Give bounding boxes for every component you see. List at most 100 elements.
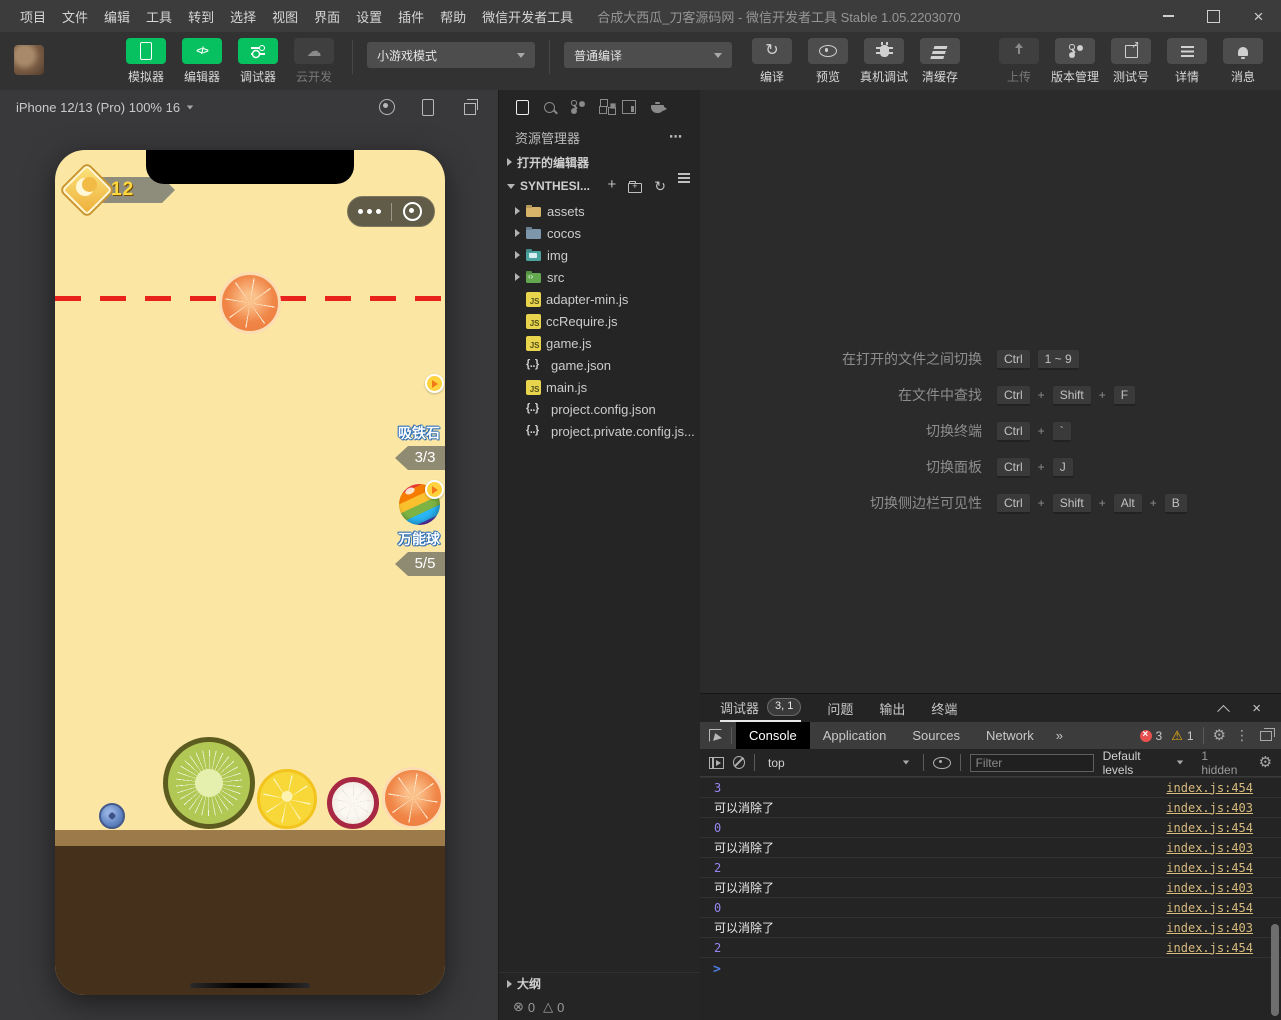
tree-item[interactable]: {..} game.json xyxy=(499,354,700,376)
toolbar-action-button[interactable]: 预览 xyxy=(804,38,852,85)
source-link[interactable]: index.js:403 xyxy=(1166,841,1267,855)
more-actions-icon[interactable]: ⋯ xyxy=(669,129,684,145)
tree-item[interactable]: {..} project.config.json xyxy=(499,398,700,420)
project-section[interactable]: SYNTHESI... + ↻ xyxy=(499,173,700,198)
menu-item[interactable]: 视图 xyxy=(264,7,306,26)
source-link[interactable]: index.js:403 xyxy=(1166,921,1267,935)
source-control-icon[interactable] xyxy=(570,100,584,114)
devtools-tab[interactable]: Sources xyxy=(899,722,973,749)
tea-icon[interactable] xyxy=(651,102,667,113)
game-screen[interactable]: 吸铁石 3/3 万能球 5/5 12 xyxy=(55,150,445,995)
toolbar-action-button[interactable]: 详情 xyxy=(1163,38,1211,85)
error-counter[interactable]: 3 xyxy=(1139,729,1162,743)
source-link[interactable]: index.js:403 xyxy=(1166,881,1267,895)
search-icon[interactable] xyxy=(544,101,555,113)
tree-item[interactable]: img xyxy=(499,244,700,266)
debugger-tab[interactable]: 终端 xyxy=(931,694,957,722)
scrollbar-thumb[interactable] xyxy=(1271,924,1279,1016)
context-select[interactable]: top xyxy=(764,754,914,772)
game-prop[interactable]: 万能球 5/5 xyxy=(393,480,445,576)
chevron-up-icon[interactable] xyxy=(1217,704,1231,718)
devtools-tab[interactable]: Application xyxy=(810,722,900,749)
menu-item[interactable]: 选择 xyxy=(222,7,264,26)
toolbar-action-button[interactable]: ↻ 编译 xyxy=(748,38,796,85)
files-icon[interactable] xyxy=(516,96,533,115)
settings-gear-icon[interactable]: ⚙ xyxy=(1213,728,1226,743)
menu-item[interactable]: 帮助 xyxy=(432,7,474,26)
menu-item[interactable]: 转到 xyxy=(180,7,222,26)
more-tabs-icon[interactable]: » xyxy=(1047,728,1072,743)
toolbar-action-button[interactable]: 真机调试 xyxy=(860,38,908,85)
toolbar-action-button[interactable]: 消息 xyxy=(1219,38,1267,85)
console-sidebar-icon[interactable] xyxy=(709,756,724,769)
tree-item[interactable]: {..} project.private.config.js... xyxy=(499,420,700,442)
compile-mode-select[interactable]: 普通编译 xyxy=(564,42,732,68)
toolbar-view-button[interactable]: 调试器 xyxy=(234,38,282,85)
npm-icon[interactable] xyxy=(622,100,636,114)
source-link[interactable]: index.js:403 xyxy=(1166,801,1267,815)
close-panel-icon[interactable]: × xyxy=(1252,701,1261,716)
mode-select[interactable]: 小游戏模式 xyxy=(367,42,535,68)
toolbar-action-button[interactable]: 版本管理 xyxy=(1051,38,1099,85)
toolbar-view-button[interactable]: </> 编辑器 xyxy=(178,38,226,85)
console-prompt[interactable]: > xyxy=(700,958,1281,980)
toolbar-view-button[interactable]: ☁ 云开发 xyxy=(290,38,338,85)
menu-item[interactable]: 项目 xyxy=(12,7,54,26)
menu-item[interactable]: 插件 xyxy=(390,7,432,26)
log-levels-select[interactable]: Default levels xyxy=(1103,749,1185,777)
source-link[interactable]: index.js:454 xyxy=(1166,781,1267,795)
inspect-element-icon[interactable] xyxy=(709,729,722,742)
menu-item[interactable]: 微信开发者工具 xyxy=(474,7,581,26)
tree-item[interactable]: JS main.js xyxy=(499,376,700,398)
avatar[interactable] xyxy=(14,45,44,75)
console-settings-icon[interactable]: ⚙ xyxy=(1259,755,1272,770)
toolbar-action-button[interactable]: 上传 xyxy=(995,38,1043,85)
live-expression-icon[interactable] xyxy=(933,756,951,769)
device-selector[interactable]: iPhone 12/13 (Pro) 100% 16 xyxy=(16,100,180,115)
tree-item[interactable]: assets xyxy=(499,200,700,222)
source-link[interactable]: index.js:454 xyxy=(1166,901,1267,915)
detach-window-icon[interactable] xyxy=(464,98,478,115)
toolbar-view-button[interactable]: 模拟器 xyxy=(122,38,170,85)
refresh-icon[interactable]: ↻ xyxy=(654,179,666,193)
new-file-icon[interactable]: + xyxy=(608,177,617,193)
menu-item[interactable]: 界面 xyxy=(306,7,348,26)
exit-button[interactable] xyxy=(392,202,435,221)
dock-side-icon[interactable] xyxy=(1260,727,1275,741)
menu-item[interactable]: 文件 xyxy=(54,7,96,26)
debugger-tab[interactable]: 调试器 3, 1 xyxy=(720,694,802,722)
devtools-tab[interactable]: Network xyxy=(973,722,1047,749)
debugger-tab[interactable]: 问题 xyxy=(827,694,853,722)
toolbar-action-button[interactable]: 清缓存 xyxy=(916,38,964,85)
toolbar-action-button[interactable]: 测试号 xyxy=(1107,38,1155,85)
console-filter-input[interactable] xyxy=(969,753,1094,772)
outline-section[interactable]: 大纲 xyxy=(499,972,700,994)
maximize-button[interactable] xyxy=(1191,0,1236,32)
menu-item[interactable]: 编辑 xyxy=(96,7,138,26)
more-menu-button[interactable] xyxy=(348,209,391,214)
source-link[interactable]: index.js:454 xyxy=(1166,941,1267,955)
device-frame-icon[interactable] xyxy=(422,98,434,116)
open-editors-section[interactable]: 打开的编辑器 xyxy=(499,150,700,174)
tree-item[interactable]: cocos xyxy=(499,222,700,244)
menu-item[interactable]: 工具 xyxy=(138,7,180,26)
close-button[interactable]: × xyxy=(1236,0,1281,32)
debugger-tab[interactable]: 输出 xyxy=(879,694,905,722)
tree-item[interactable]: JS ccRequire.js xyxy=(499,310,700,332)
collapse-folders-icon[interactable] xyxy=(678,173,690,175)
new-folder-icon[interactable] xyxy=(628,181,643,193)
source-link[interactable]: index.js:454 xyxy=(1166,861,1267,875)
clear-console-icon[interactable] xyxy=(732,756,746,769)
record-icon[interactable] xyxy=(379,99,395,115)
menu-item[interactable]: 设置 xyxy=(348,7,390,26)
devtools-tab[interactable]: Console xyxy=(736,722,810,749)
extensions-icon[interactable] xyxy=(599,98,616,115)
tree-item[interactable]: JS game.js xyxy=(499,332,700,354)
source-link[interactable]: index.js:454 xyxy=(1166,821,1267,835)
tree-item[interactable]: JS adapter-min.js xyxy=(499,288,700,310)
game-prop[interactable]: 吸铁石 3/3 xyxy=(393,374,445,470)
minimize-button[interactable] xyxy=(1146,0,1191,32)
kebab-menu-icon[interactable]: ⋮ xyxy=(1235,727,1249,744)
tree-item[interactable]: src xyxy=(499,266,700,288)
warning-counter[interactable]: ⚠ 1 xyxy=(1171,729,1193,743)
